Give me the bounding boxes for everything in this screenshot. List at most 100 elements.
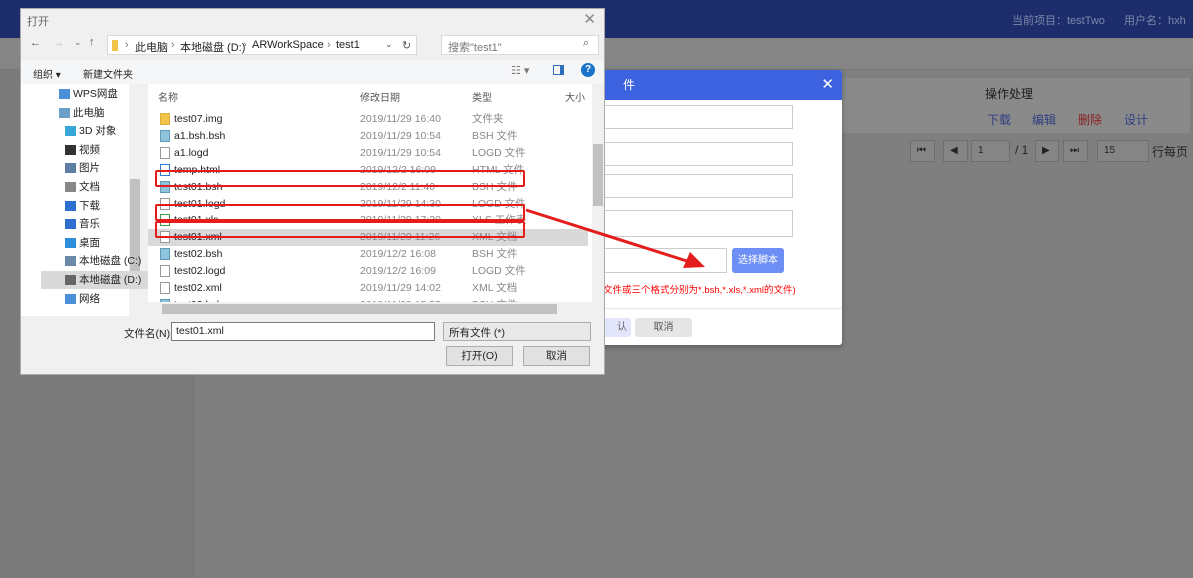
modal-cancel-button[interactable]: 取消: [635, 318, 692, 337]
nav-label: 视频: [79, 143, 100, 156]
file-type: LOGD 文件: [472, 265, 526, 278]
next-page-button[interactable]: ▶: [1035, 140, 1059, 162]
back-icon[interactable]: ←: [30, 37, 41, 49]
choose-script-button[interactable]: 选择脚本: [732, 248, 784, 273]
nav-icon: [59, 89, 70, 99]
file-date: 2019/11/29 10:54: [360, 146, 441, 159]
bsh-file-icon: [160, 248, 170, 261]
folder-icon: [112, 40, 118, 51]
file-row[interactable]: test02.xml 2019/11/29 14:02 XML 文档: [148, 280, 588, 297]
organize-menu[interactable]: 组织 ▾: [33, 66, 61, 81]
nav-item[interactable]: 此电脑: [41, 104, 149, 122]
up-icon[interactable]: ↑: [89, 36, 95, 48]
crumb[interactable]: 此电脑: [135, 39, 168, 55]
nav-label: 本地磁盘 (C:): [79, 255, 142, 268]
nav-label: 网络: [79, 292, 100, 305]
file-hint: 文件或三个格式分别为*.bsh,*.xls,*.xml的文件): [603, 285, 796, 296]
search-icon: ⌕: [583, 37, 590, 49]
nav-item[interactable]: 本地磁盘 (C:): [41, 252, 149, 270]
nav-icon: [65, 275, 76, 285]
horizontal-scrollbar[interactable]: [148, 302, 604, 316]
nav-icon: [65, 163, 76, 174]
edit-link[interactable]: 编辑: [1032, 111, 1056, 128]
file-date: 2019/12/2 16:09: [360, 265, 436, 278]
cancel-button[interactable]: 取消: [523, 346, 590, 366]
nav-icon: [65, 293, 76, 304]
file-name: a1.logd: [174, 146, 209, 159]
nav-item[interactable]: 本地磁盘 (D:): [41, 271, 149, 289]
nav-item[interactable]: 桌面: [41, 234, 149, 252]
nav-label: 本地磁盘 (D:): [79, 274, 142, 286]
col-date[interactable]: 修改日期: [360, 89, 400, 104]
open-button[interactable]: 打开(O): [446, 346, 513, 366]
nav-item[interactable]: WPS网盘: [41, 85, 149, 103]
nav-icon: [65, 126, 76, 137]
nav-item[interactable]: 音乐: [41, 215, 149, 233]
crumb[interactable]: test1: [336, 39, 360, 51]
nav-label: 下载: [79, 199, 100, 212]
col-type[interactable]: 类型: [472, 89, 492, 104]
highlight-xls: [155, 204, 525, 221]
highlight-bsh: [155, 170, 525, 187]
file-date: 2019/11/29 16:40: [360, 113, 441, 125]
file-row[interactable]: a1.bsh.bsh 2019/11/29 10:54 BSH 文件: [148, 128, 588, 145]
username: 用户名：hxh: [1124, 15, 1186, 27]
ops-header: 操作处理: [985, 87, 1034, 101]
filetype-select[interactable]: 所有文件 (*): [443, 322, 591, 341]
search-input[interactable]: 搜索"test1": [441, 35, 599, 55]
col-name[interactable]: 名称: [158, 89, 178, 104]
file-name: test02.xml: [174, 282, 222, 294]
nav-item[interactable]: 视频: [41, 141, 149, 159]
file-name: test02.logd: [174, 265, 226, 278]
file-row[interactable]: test07.img 2019/11/29 16:40 文件夹: [148, 111, 588, 128]
preview-pane-icon[interactable]: [553, 65, 564, 75]
dialog-toolbar: 组织 ▾ 新建文件夹 ☷ ▾ ?: [21, 60, 604, 84]
file-row[interactable]: a1.logd 2019/11/29 10:54 LOGD 文件: [148, 145, 588, 162]
crumb[interactable]: 本地磁盘 (D:): [180, 39, 245, 55]
modal-divider: [595, 308, 842, 309]
first-page-button[interactable]: ⏮: [910, 140, 935, 162]
nav-icon: [65, 219, 76, 230]
delete-link[interactable]: 删除: [1078, 111, 1102, 128]
highlight-xml: [155, 221, 525, 238]
file-type: 文件夹: [472, 113, 504, 125]
nav-icon: [65, 144, 76, 155]
nav-item[interactable]: 网络: [41, 290, 149, 308]
nav-item[interactable]: 下载: [41, 197, 149, 215]
refresh-icon[interactable]: ↻: [402, 39, 411, 52]
file-name: a1.bsh.bsh: [174, 129, 226, 142]
download-link[interactable]: 下载: [987, 111, 1011, 128]
nav-icon: [65, 200, 76, 211]
nav-icon: [65, 182, 76, 192]
nav-icon: [65, 256, 76, 267]
nav-item[interactable]: 3D 对象: [41, 122, 149, 140]
field-2[interactable]: [595, 142, 793, 166]
current-project: 当前项目：testTwo: [1012, 15, 1105, 27]
page-input[interactable]: 1: [971, 140, 1010, 162]
help-icon[interactable]: ?: [581, 63, 595, 77]
view-icon[interactable]: ☷ ▾: [511, 64, 529, 77]
nav-label: WPS网盘: [73, 88, 118, 100]
new-folder-button[interactable]: 新建文件夹: [83, 66, 133, 81]
file-date: 2019/11/29 10:54: [360, 129, 441, 142]
chevron-down-icon[interactable]: ⌄: [385, 39, 393, 50]
history-chevron-icon[interactable]: ⌄: [74, 37, 82, 48]
field-1[interactable]: [595, 105, 793, 129]
design-link[interactable]: 设计: [1124, 111, 1148, 128]
prev-page-button[interactable]: ◀: [943, 140, 968, 162]
dialog-title: 打开: [27, 16, 49, 28]
forward-icon[interactable]: →: [53, 37, 64, 49]
col-size[interactable]: 大小: [565, 89, 585, 104]
last-page-button[interactable]: ⏭: [1063, 140, 1088, 162]
page-size-input[interactable]: 15: [1097, 140, 1149, 162]
address-bar[interactable]: › 此电脑 › 本地磁盘 (D:) › ARWorkSpace › test1 ⌄ ↻: [107, 35, 417, 55]
modal-close-icon[interactable]: ✕: [821, 70, 834, 100]
nav-item[interactable]: 图片: [41, 159, 149, 177]
field-3[interactable]: [595, 174, 793, 198]
close-icon[interactable]: ✕: [583, 10, 596, 28]
crumb[interactable]: ARWorkSpace: [252, 39, 324, 51]
nav-label: 3D 对象: [79, 125, 117, 138]
filename-input[interactable]: test01.xml: [171, 322, 435, 341]
file-type: BSH 文件: [472, 248, 518, 261]
nav-item[interactable]: 文档: [41, 178, 149, 196]
